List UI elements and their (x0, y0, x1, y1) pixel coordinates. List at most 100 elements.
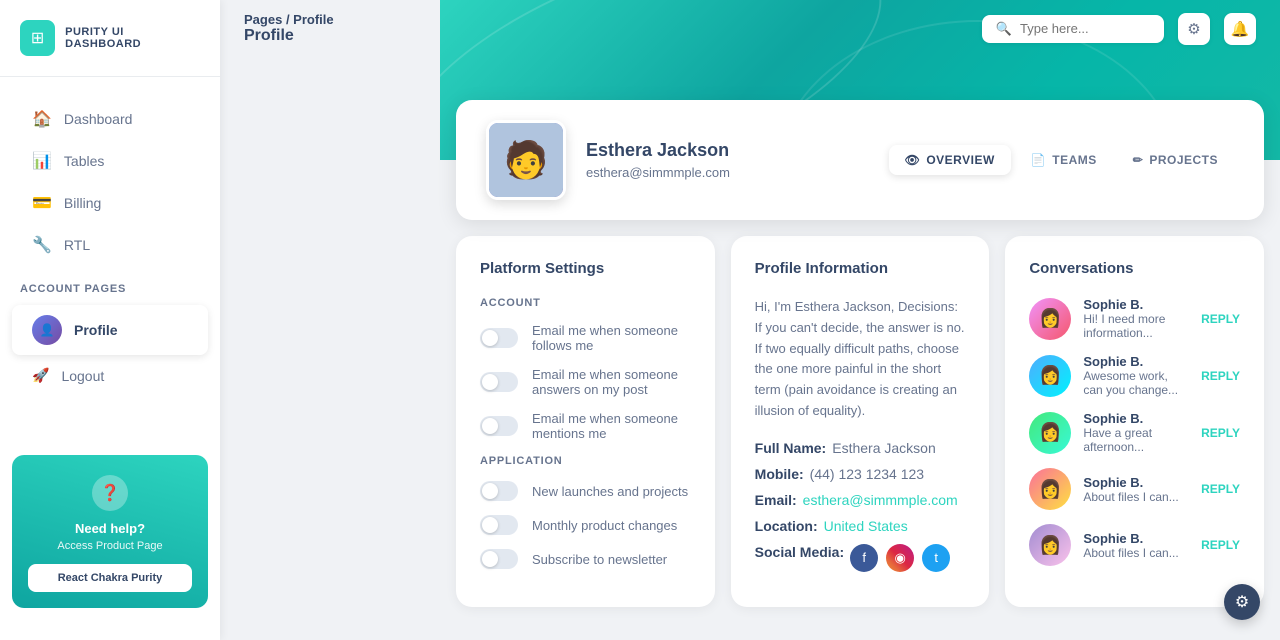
conv-info: Sophie B. About files I can... (1083, 475, 1189, 504)
help-icon: ❓ (92, 475, 128, 511)
sidebar: ⊞ PURITY UI DASHBOARD 🏠 Dashboard 📊 Tabl… (0, 0, 220, 640)
content-area: Pages / Profile Profile 🔍 ⚙ 🔔 🧑 Esthera … (440, 0, 1280, 640)
sidebar-profile-label: Profile (74, 322, 118, 338)
info-email: Email: esthera@simmmple.com (755, 492, 966, 508)
sidebar-item-profile[interactable]: 👤 Profile (12, 305, 208, 355)
search-input[interactable] (1020, 21, 1150, 36)
profile-name: Esthera Jackson (586, 140, 869, 161)
setting-monthly: Monthly product changes (480, 515, 691, 535)
toggle-monthly[interactable] (480, 515, 518, 535)
help-button[interactable]: React Chakra Purity (28, 564, 192, 592)
sidebar-item-label: Dashboard (64, 111, 133, 127)
email-label: Email: (755, 492, 797, 508)
setting-answers: Email me when someone answers on my post (480, 367, 691, 397)
conversation-item: 👩 Sophie B. Hi! I need more information.… (1029, 297, 1240, 340)
conversation-item: 👩 Sophie B. About files I can... REPLY (1029, 468, 1240, 510)
reply-button[interactable]: REPLY (1201, 426, 1240, 440)
breadcrumb: Pages / Profile (244, 12, 334, 27)
platform-settings-title: Platform Settings (480, 260, 691, 277)
sidebar-item-dashboard[interactable]: 🏠 Dashboard (12, 99, 208, 139)
sidebar-logout-label: Logout (61, 368, 104, 384)
profile-tabs: 👁 OVERVIEW 📄 TEAMS ✏ PROJECTS (889, 145, 1234, 175)
settings-fab[interactable]: ⚙ (1224, 584, 1260, 620)
setting-follows-label: Email me when someone follows me (532, 323, 691, 353)
page-title: Profile (244, 27, 334, 45)
conversation-item: 👩 Sophie B. Awesome work, can you change… (1029, 354, 1240, 397)
sidebar-item-logout[interactable]: 🚀 Logout (12, 357, 208, 394)
location-label: Location: (755, 518, 818, 534)
profile-information-card: Profile Information Hi, I'm Esthera Jack… (731, 236, 990, 607)
conv-avatar-img: 👩 (1029, 468, 1071, 510)
reply-button[interactable]: REPLY (1201, 538, 1240, 552)
profile-avatar: 🧑 (486, 120, 566, 200)
platform-settings-card: Platform Settings ACCOUNT Email me when … (456, 236, 715, 607)
social-label: Social Media: (755, 544, 844, 560)
sidebar-item-label: RTL (64, 237, 90, 253)
conv-avatar: 👩 (1029, 412, 1071, 454)
tab-overview[interactable]: 👁 OVERVIEW (889, 145, 1011, 175)
logout-icon: 🚀 (32, 367, 49, 384)
conv-avatar: 👩 (1029, 355, 1071, 397)
breadcrumb-pages: Pages (244, 12, 282, 27)
info-fullname: Full Name: Esthera Jackson (755, 440, 966, 456)
instagram-icon[interactable]: ◉ (886, 544, 914, 572)
conv-msg: About files I can... (1083, 490, 1189, 504)
conv-info: Sophie B. Hi! I need more information... (1083, 297, 1189, 340)
tab-projects[interactable]: ✏ PROJECTS (1117, 145, 1234, 175)
toggle-answers[interactable] (480, 372, 518, 392)
facebook-icon[interactable]: f (850, 544, 878, 572)
info-mobile: Mobile: (44) 123 1234 123 (755, 466, 966, 482)
fullname-value: Esthera Jackson (832, 440, 936, 456)
conv-avatar: 👩 (1029, 298, 1071, 340)
sidebar-logo: ⊞ PURITY UI DASHBOARD (0, 20, 220, 77)
application-section: APPLICATION (480, 455, 691, 467)
sidebar-item-rtl[interactable]: 🔧 RTL (12, 225, 208, 265)
breadcrumb-area: Pages / Profile Profile (244, 12, 334, 45)
notifications-icon-btn[interactable]: 🔔 (1224, 13, 1256, 45)
setting-launches: New launches and projects (480, 481, 691, 501)
sidebar-item-tables[interactable]: 📊 Tables (12, 141, 208, 181)
mobile-label: Mobile: (755, 466, 804, 482)
home-icon: 🏠 (32, 109, 52, 129)
conv-avatar-img: 👩 (1029, 355, 1071, 397)
breadcrumb-current: Profile (293, 12, 333, 27)
help-title: Need help? (28, 521, 192, 536)
settings-icon-btn[interactable]: ⚙ (1178, 13, 1210, 45)
reply-button[interactable]: REPLY (1201, 482, 1240, 496)
teams-icon: 📄 (1031, 153, 1046, 167)
location-value: United States (824, 518, 908, 534)
setting-answers-label: Email me when someone answers on my post (532, 367, 691, 397)
toggle-newsletter[interactable] (480, 549, 518, 569)
logo-icon: ⊞ (20, 20, 55, 56)
conv-name: Sophie B. (1083, 475, 1189, 490)
profile-bio: Hi, I'm Esthera Jackson, Decisions: If y… (755, 297, 966, 422)
conv-name: Sophie B. (1083, 297, 1189, 312)
setting-follows: Email me when someone follows me (480, 323, 691, 353)
toggle-launches[interactable] (480, 481, 518, 501)
profile-avatar-icon: 👤 (40, 323, 55, 337)
social-icons: f ◉ t (850, 544, 950, 572)
search-box: 🔍 (982, 15, 1164, 43)
twitter-icon[interactable]: t (922, 544, 950, 572)
overview-icon: 👁 (905, 153, 921, 167)
conv-info: Sophie B. Awesome work, can you change..… (1083, 354, 1189, 397)
setting-mentions: Email me when someone mentions me (480, 411, 691, 441)
profile-email: esthera@simmmple.com (586, 165, 869, 180)
account-section-label: ACCOUNT PAGES (0, 267, 220, 303)
profile-info: Esthera Jackson esthera@simmmple.com (586, 140, 869, 180)
three-col-layout: Platform Settings ACCOUNT Email me when … (440, 236, 1280, 623)
conv-info: Sophie B. Have a great afternoon... (1083, 411, 1189, 454)
conv-name: Sophie B. (1083, 354, 1189, 369)
sidebar-nav: 🏠 Dashboard 📊 Tables 💳 Billing 🔧 RTL ACC… (0, 77, 220, 443)
conv-avatar: 👩 (1029, 524, 1071, 566)
toggle-follows[interactable] (480, 328, 518, 348)
topbar: Pages / Profile Profile 🔍 ⚙ 🔔 (220, 0, 1280, 57)
toggle-mentions[interactable] (480, 416, 518, 436)
conversations-list: 👩 Sophie B. Hi! I need more information.… (1029, 297, 1240, 566)
sidebar-item-billing[interactable]: 💳 Billing (12, 183, 208, 223)
conv-name: Sophie B. (1083, 411, 1189, 426)
reply-button[interactable]: REPLY (1201, 369, 1240, 383)
tab-teams[interactable]: 📄 TEAMS (1015, 145, 1113, 175)
reply-button[interactable]: REPLY (1201, 312, 1240, 326)
conv-msg: Hi! I need more information... (1083, 312, 1189, 340)
